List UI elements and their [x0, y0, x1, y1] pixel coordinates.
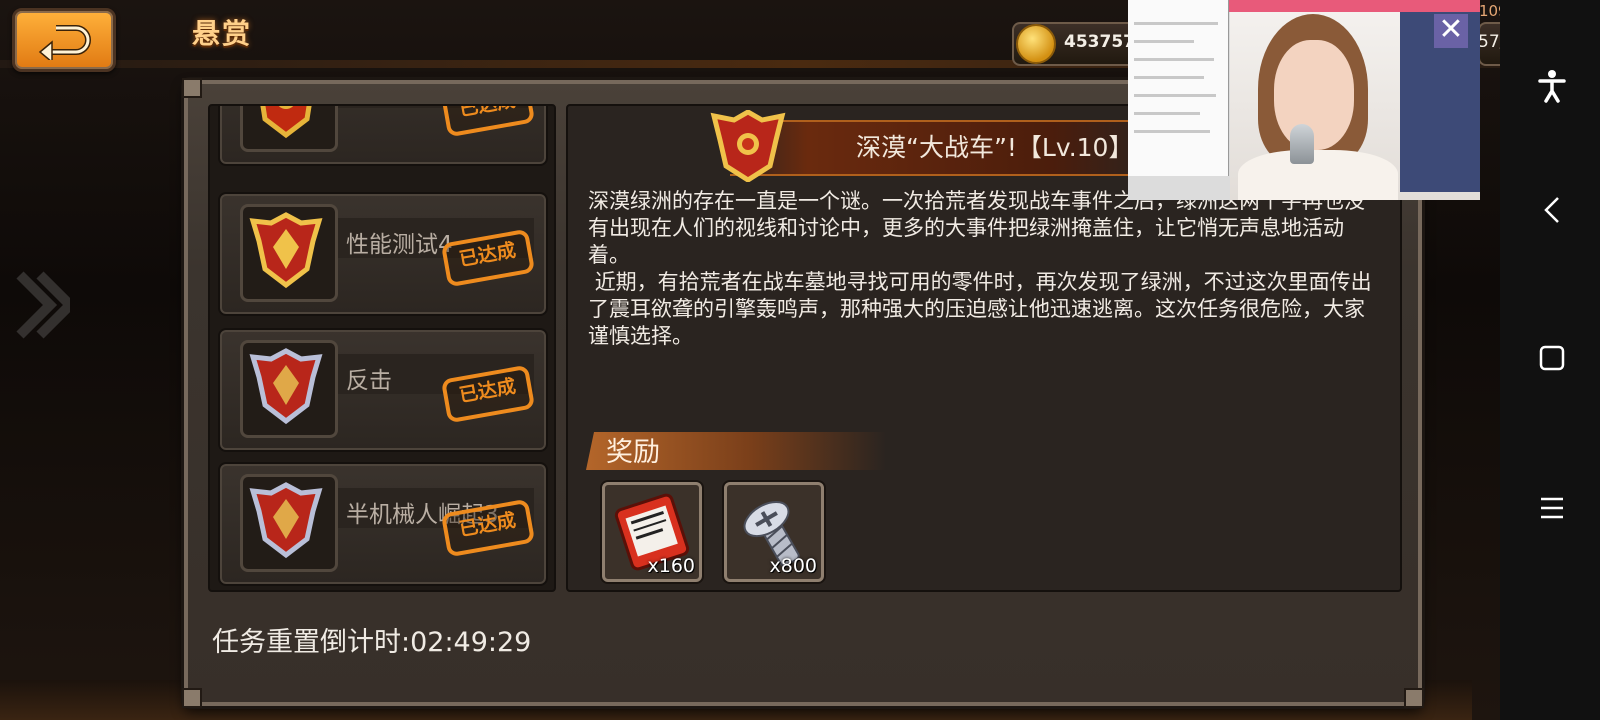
mission-emblem-icon: [710, 110, 786, 182]
reward-item[interactable]: x160: [602, 482, 702, 582]
reward-item[interactable]: x800: [724, 482, 824, 582]
task-emblem-frame: [240, 340, 338, 438]
panel-corner: [1404, 688, 1424, 708]
task-item[interactable]: 半机械人崛起3 已达成: [218, 462, 548, 586]
back-button[interactable]: [12, 8, 116, 72]
task-item[interactable]: 性能测试4 已达成: [218, 192, 548, 316]
task-emblem-frame: [240, 474, 338, 572]
overlay-text-line: [1134, 94, 1216, 97]
streamer-body: [1238, 150, 1398, 200]
task-name: 性能测试4: [346, 232, 453, 258]
nav-back-button[interactable]: [1530, 188, 1574, 232]
silver-emblem-icon: [249, 348, 323, 425]
overlay-close-button[interactable]: ✕: [1434, 14, 1468, 48]
task-name: 反击: [346, 368, 392, 394]
panel-corner: [182, 688, 202, 708]
overlay-text-line: [1134, 76, 1204, 79]
gold-emblem-icon: [249, 212, 323, 289]
overlay-text-line: [1134, 40, 1194, 43]
reward-quantity: x160: [647, 555, 695, 577]
reward-quantity: x800: [769, 555, 817, 577]
nav-menu-button[interactable]: [1530, 486, 1574, 530]
overlay-text-line: [1134, 58, 1214, 61]
task-item[interactable]: 已达成: [218, 106, 548, 166]
accessibility-icon: [1538, 70, 1566, 103]
overlay-text-line: [1134, 112, 1200, 115]
mission-title: 深漠“大战车”!【Lv.10】: [856, 133, 1134, 162]
silver-emblem-icon: [249, 482, 323, 559]
task-emblem-frame: [240, 106, 338, 152]
overlay-text-line: [1134, 22, 1218, 25]
menu-icon: [1541, 497, 1563, 519]
left-chevron-decor-icon: [16, 271, 70, 339]
reward-title: 奖励: [606, 437, 660, 468]
back-icon: [1544, 197, 1559, 223]
microphone-icon: [1290, 124, 1314, 164]
overlay-text-line: [1134, 130, 1210, 133]
coin-value: 453757: [1064, 32, 1135, 52]
panel-corner: [182, 78, 202, 98]
task-item[interactable]: 反击 已达成: [218, 328, 548, 452]
coin-icon: [1016, 24, 1056, 64]
reset-countdown: 任务重置倒计时:02:49:29: [212, 627, 532, 658]
mission-description: 深漠绿洲的存在一直是一个谜。一次拾荒者发现战车事件之后，绿洲这两个字再也没有出现…: [588, 189, 1372, 348]
streamer-face: [1274, 40, 1354, 150]
accessibility-button[interactable]: [1530, 64, 1574, 108]
return-arrow-icon: [38, 25, 91, 60]
task-emblem-frame: [240, 204, 338, 302]
task-list[interactable]: 已达成 性能测试4 已达成 反击 已达成 半机械人崛起3 已达成: [208, 104, 556, 592]
home-square-icon: [1539, 345, 1565, 371]
page-title: 悬赏: [192, 17, 253, 50]
stream-overlay: ✕: [1128, 0, 1480, 200]
overlay-document: [1128, 0, 1229, 176]
gold-emblem-icon: [260, 106, 312, 139]
nav-home-button[interactable]: [1530, 336, 1574, 380]
completed-stamp: 已达成: [440, 106, 536, 138]
